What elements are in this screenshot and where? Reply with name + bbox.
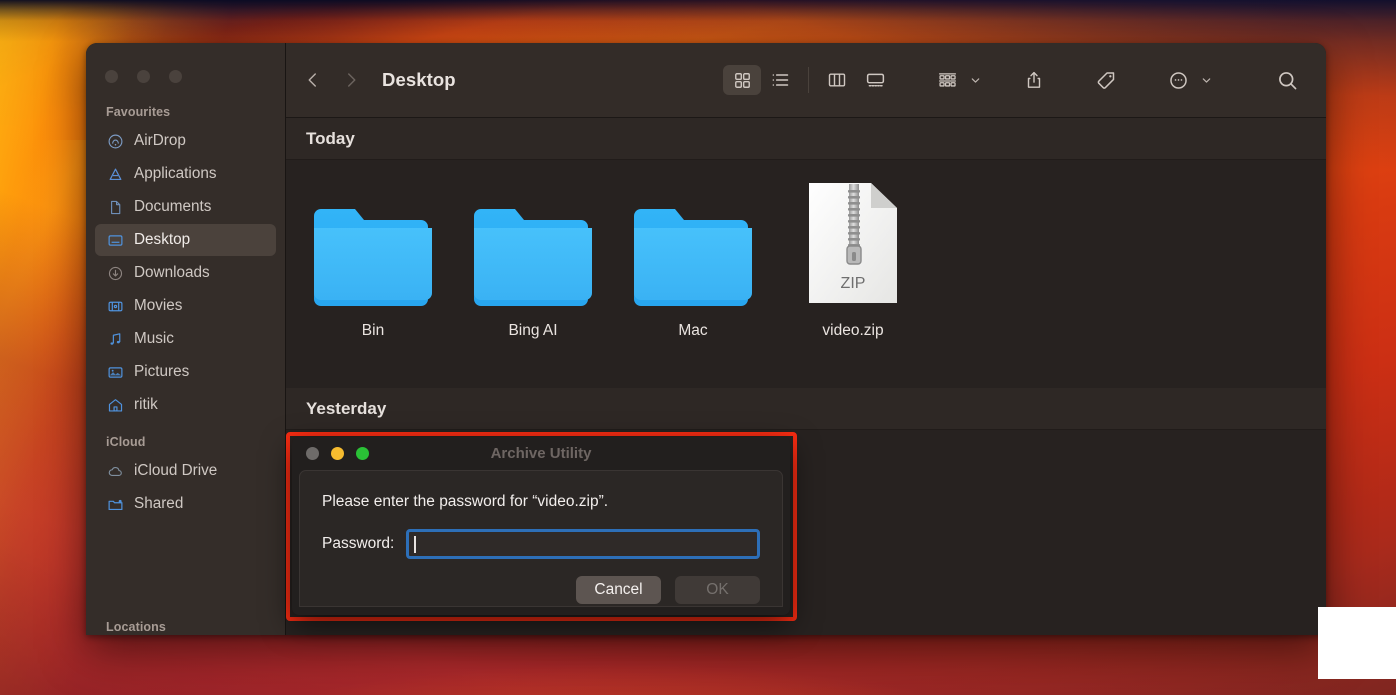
movies-icon — [106, 297, 124, 315]
music-icon — [106, 330, 124, 348]
sidebar-item-label: Movies — [134, 297, 183, 315]
share-icon[interactable] — [1015, 65, 1053, 95]
desktop-icon — [106, 231, 124, 249]
sidebar-item-label: Downloads — [134, 264, 210, 282]
password-label: Password: — [322, 535, 395, 552]
chevron-down-icon-2[interactable] — [1201, 75, 1212, 86]
chevron-down-icon[interactable] — [970, 75, 981, 86]
dialog-body: Please enter the password for “video.zip… — [299, 470, 783, 607]
file-name-label: Mac — [678, 322, 708, 339]
maximize-button[interactable] — [169, 70, 182, 83]
sidebar-item-label: ritik — [134, 396, 158, 414]
sidebar-group-icloud-title: iCloud — [106, 435, 146, 449]
documents-icon — [106, 198, 124, 216]
cancel-button[interactable]: Cancel — [576, 576, 661, 604]
group-by-control[interactable] — [928, 65, 981, 95]
corner-overlay-box — [1318, 607, 1396, 679]
password-input[interactable] — [406, 529, 760, 559]
back-icon[interactable] — [304, 69, 322, 91]
sidebar-item-ritik[interactable]: ritik — [95, 389, 276, 421]
sidebar-item-applications[interactable]: Applications — [95, 158, 276, 190]
gallery-view-button[interactable] — [856, 65, 894, 95]
file-name-label: video.zip — [822, 322, 884, 339]
file-grid-today: Bin Bing AI Mac ZIP video.zip — [286, 160, 1326, 388]
section-header-today: Today — [286, 118, 1326, 160]
archive-utility-dialog: Archive Utility Please enter the passwor… — [292, 437, 790, 615]
dialog-message: Please enter the password for “video.zip… — [322, 493, 609, 510]
view-switcher — [723, 65, 894, 95]
sidebar-item-label: Desktop — [134, 231, 191, 249]
sidebar-item-label: Pictures — [134, 363, 190, 381]
password-row: Password: — [322, 529, 760, 559]
folder-icon-3 — [630, 176, 756, 306]
section-header-yesterday: Yesterday — [286, 388, 1326, 430]
downloads-icon — [106, 264, 124, 282]
forward-icon[interactable] — [342, 69, 360, 91]
sidebar-item-label: Applications — [134, 165, 217, 183]
sidebar-item-downloads[interactable]: Downloads — [95, 257, 276, 289]
dialog-maximize-button[interactable] — [356, 447, 369, 460]
sidebar-item-label: Documents — [134, 198, 212, 216]
zip-file-icon: ZIP — [807, 176, 899, 306]
file-item-mac[interactable]: Mac — [632, 176, 754, 388]
icon-view-button[interactable] — [723, 65, 761, 95]
file-item-video-zip[interactable]: ZIP video.zip — [792, 176, 914, 388]
sidebar-item-label: Music — [134, 330, 174, 348]
sidebar-item-shared[interactable]: Shared — [95, 488, 276, 520]
shared-folder-icon — [106, 495, 124, 513]
tags-icon[interactable] — [1087, 65, 1125, 95]
group-icon[interactable] — [928, 65, 966, 95]
text-caret — [414, 535, 416, 553]
window-traffic-lights — [86, 55, 285, 101]
sidebar-item-icloud-drive[interactable]: iCloud Drive — [95, 455, 276, 487]
ok-button[interactable]: OK — [675, 576, 760, 604]
dialog-titlebar: Archive Utility — [292, 437, 790, 470]
sidebar-item-documents[interactable]: Documents — [95, 191, 276, 223]
sidebar-group-locations-title: Locations — [106, 620, 166, 634]
toolbar: Desktop — [286, 43, 1326, 118]
applications-icon — [106, 165, 124, 183]
search-icon[interactable] — [1268, 65, 1306, 95]
file-item-bin[interactable]: Bin — [312, 176, 434, 388]
sidebar-group-favourites-title: Favourites — [106, 105, 171, 119]
minimize-button[interactable] — [137, 70, 150, 83]
airdrop-icon — [106, 132, 124, 150]
toolbar-divider — [808, 67, 809, 93]
sidebar: Favourites AirDrop Applications Document… — [86, 43, 286, 635]
sidebar-item-airdrop[interactable]: AirDrop — [95, 125, 276, 157]
pictures-icon — [106, 363, 124, 381]
file-item-bing-ai[interactable]: Bing AI — [472, 176, 594, 388]
zip-badge-text: ZIP — [841, 275, 866, 292]
sidebar-item-label: iCloud Drive — [134, 462, 218, 480]
column-view-button[interactable] — [818, 65, 856, 95]
file-name-label: Bing AI — [508, 322, 558, 339]
sidebar-item-music[interactable]: Music — [95, 323, 276, 355]
sidebar-item-desktop[interactable]: Desktop — [95, 224, 276, 256]
sidebar-item-movies[interactable]: Movies — [95, 290, 276, 322]
sidebar-item-label: Shared — [134, 495, 184, 513]
breadcrumb-path[interactable]: Desktop — [382, 69, 456, 91]
folder-icon — [310, 176, 436, 306]
more-actions-control[interactable] — [1159, 65, 1212, 95]
sidebar-item-pictures[interactable]: Pictures — [95, 356, 276, 388]
file-name-label: Bin — [361, 322, 385, 339]
home-icon — [106, 396, 124, 414]
folder-icon-2 — [470, 176, 596, 306]
more-icon[interactable] — [1159, 65, 1197, 95]
nav-arrows — [304, 69, 360, 91]
dialog-buttons: Cancel OK — [322, 576, 760, 604]
dialog-close-button[interactable] — [306, 447, 319, 460]
sidebar-item-label: AirDrop — [134, 132, 186, 150]
dialog-minimize-button[interactable] — [331, 447, 344, 460]
cloud-icon — [106, 462, 124, 480]
list-view-button[interactable] — [761, 65, 799, 95]
close-button[interactable] — [105, 70, 118, 83]
